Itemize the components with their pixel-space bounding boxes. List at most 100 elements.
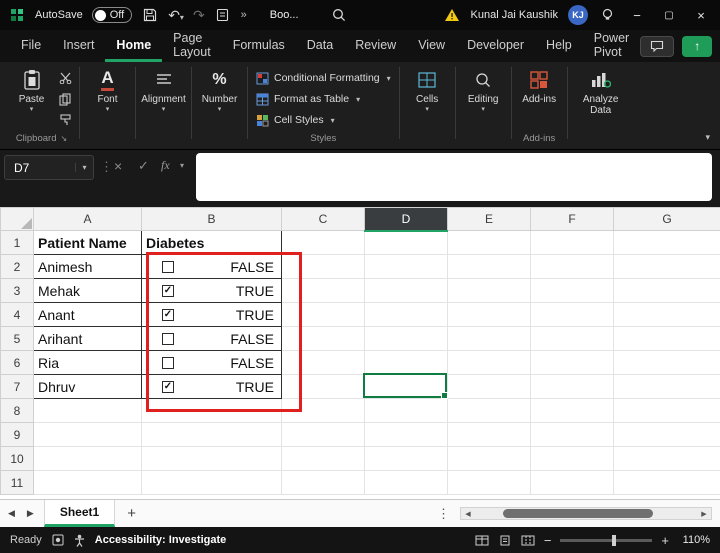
save-icon[interactable] <box>141 6 159 24</box>
redo-button[interactable]: ↷ <box>193 7 205 24</box>
cell-A1[interactable]: Patient Name <box>33 230 142 255</box>
cell-D3[interactable] <box>364 278 448 303</box>
checkbox-B5[interactable] <box>162 332 174 345</box>
tab-developer[interactable]: Developer <box>456 30 535 62</box>
cell-G11[interactable] <box>613 470 720 495</box>
scroll-right-icon[interactable]: ▶ <box>697 510 711 518</box>
cell-A4[interactable]: Anant <box>33 302 142 327</box>
cell-F10[interactable] <box>530 446 614 471</box>
cell-A9[interactable] <box>33 422 142 447</box>
cell-C6[interactable] <box>281 350 365 375</box>
normal-view-icon[interactable] <box>475 535 489 546</box>
sheet-bar-menu-icon[interactable]: ⋮ <box>437 506 450 522</box>
cell-C5[interactable] <box>281 326 365 351</box>
cell-C10[interactable] <box>281 446 365 471</box>
cell-B3[interactable]: ✓ TRUE <box>141 278 282 303</box>
tab-view[interactable]: View <box>407 30 456 62</box>
add-sheet-button[interactable]: + <box>115 500 148 527</box>
cell-G5[interactable] <box>613 326 720 351</box>
cell-A2[interactable]: Animesh <box>33 254 142 279</box>
cell-C9[interactable] <box>281 422 365 447</box>
cell-F3[interactable] <box>530 278 614 303</box>
analyze-data-button[interactable]: Analyze Data <box>572 65 630 116</box>
checkbox-B2[interactable] <box>162 260 174 273</box>
cell-F2[interactable] <box>530 254 614 279</box>
tab-power-pivot[interactable]: Power Pivot <box>583 30 640 62</box>
format-painter-icon[interactable] <box>57 113 73 127</box>
col-header-B[interactable]: B <box>141 207 282 231</box>
row-header-11[interactable]: 11 <box>0 470 34 495</box>
zoom-level[interactable]: 110% <box>678 534 710 546</box>
cell-G6[interactable] <box>613 350 720 375</box>
col-header-D[interactable]: D <box>364 207 448 232</box>
undo-button[interactable]: ↶▾ <box>168 7 184 24</box>
minimize-button[interactable]: − <box>626 4 648 26</box>
cell-D9[interactable] <box>364 422 448 447</box>
row-header-5[interactable]: 5 <box>0 326 34 351</box>
restore-button[interactable]: ▢ <box>658 4 680 26</box>
next-sheet-icon[interactable]: ▶ <box>27 508 34 519</box>
cell-E6[interactable] <box>447 350 531 375</box>
cell-F5[interactable] <box>530 326 614 351</box>
cell-B9[interactable] <box>141 422 282 447</box>
alignment-group-button[interactable]: Alignment ▾ <box>140 65 187 113</box>
zoom-slider-thumb[interactable] <box>612 534 617 546</box>
name-box[interactable]: D7 ▾ <box>4 155 94 180</box>
cell-F11[interactable] <box>530 470 614 495</box>
row-header-4[interactable]: 4 <box>0 302 34 327</box>
row-header-9[interactable]: 9 <box>0 422 34 447</box>
cell-D6[interactable] <box>364 350 448 375</box>
avatar[interactable]: KJ <box>568 5 588 25</box>
macro-record-icon[interactable] <box>52 534 64 546</box>
cell-B4[interactable]: ✓ TRUE <box>141 302 282 327</box>
cell-C8[interactable] <box>281 398 365 423</box>
col-header-C[interactable]: C <box>281 207 365 231</box>
select-all-button[interactable] <box>0 207 34 231</box>
cell-C11[interactable] <box>281 470 365 495</box>
cell-A10[interactable] <box>33 446 142 471</box>
cell-C3[interactable] <box>281 278 365 303</box>
tab-home[interactable]: Home <box>105 30 163 62</box>
cell-D10[interactable] <box>364 446 448 471</box>
col-header-E[interactable]: E <box>447 207 531 231</box>
cell-A7[interactable]: Dhruv <box>33 374 142 399</box>
copy-icon[interactable] <box>57 92 73 106</box>
cell-D8[interactable] <box>364 398 448 423</box>
comments-button[interactable] <box>640 35 675 57</box>
cell-E1[interactable] <box>447 230 531 255</box>
cell-E8[interactable] <box>447 398 531 423</box>
tab-formulas[interactable]: Formulas <box>222 30 296 62</box>
formula-bar-chevron-icon[interactable]: ▾ <box>180 161 184 170</box>
cell-G7[interactable] <box>613 374 720 399</box>
zoom-out-button[interactable]: − <box>544 533 552 548</box>
row-header-3[interactable]: 3 <box>0 278 34 303</box>
row-header-8[interactable]: 8 <box>0 398 34 423</box>
row-header-6[interactable]: 6 <box>0 350 34 375</box>
sheet-tab-sheet1[interactable]: Sheet1 <box>43 500 116 527</box>
prev-sheet-icon[interactable]: ◀ <box>8 508 15 519</box>
cell-B11[interactable] <box>141 470 282 495</box>
cell-G9[interactable] <box>613 422 720 447</box>
cell-A5[interactable]: Arihant <box>33 326 142 351</box>
quick-access-overflow-icon[interactable]: » <box>241 9 247 21</box>
format-as-table-button[interactable]: Format as Table ▾ <box>252 90 395 108</box>
insert-function-button[interactable]: fx <box>161 158 170 173</box>
cut-icon[interactable] <box>57 71 73 85</box>
cell-A11[interactable] <box>33 470 142 495</box>
col-header-G[interactable]: G <box>613 207 720 231</box>
row-header-7[interactable]: 7 <box>0 374 34 399</box>
scroll-left-icon[interactable]: ◀ <box>461 510 475 518</box>
cell-A3[interactable]: Mehak <box>33 278 142 303</box>
cell-G2[interactable] <box>613 254 720 279</box>
page-break-view-icon[interactable] <box>521 535 535 546</box>
horizontal-scrollbar[interactable]: ◀ ▶ <box>460 507 712 520</box>
cell-D2[interactable] <box>364 254 448 279</box>
cell-B6[interactable]: FALSE <box>141 350 282 375</box>
row-header-2[interactable]: 2 <box>0 254 34 279</box>
cell-E3[interactable] <box>447 278 531 303</box>
close-button[interactable]: × <box>690 4 712 26</box>
addins-button[interactable]: Add-ins <box>516 65 563 105</box>
accessibility-icon[interactable] <box>74 534 85 547</box>
tab-data[interactable]: Data <box>296 30 344 62</box>
cells-group-button[interactable]: Cells ▾ <box>404 65 451 113</box>
